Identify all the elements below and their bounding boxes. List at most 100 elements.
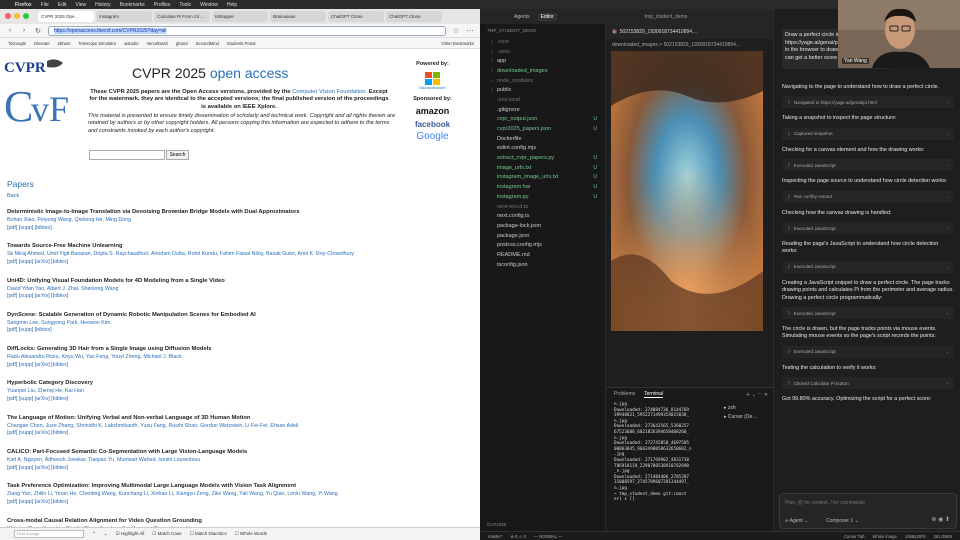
terminal-session-zsh[interactable]: ▸ zsh	[724, 404, 769, 413]
terminal-tab[interactable]: Terminal	[644, 391, 664, 398]
cvf-logo[interactable]: CVPR C vF	[3, 55, 75, 127]
agents-tab[interactable]: Agents	[514, 14, 530, 20]
whole-words-checkbox[interactable]: ☐ Whole Words	[235, 531, 267, 537]
paper-links[interactable]: [pdf] [supp] [bibtex]	[7, 327, 477, 333]
tool-call-row[interactable]: ⟩ Captured snapshot ⌄	[782, 127, 954, 140]
paper-authors[interactable]: Sangmin Lee, Sungyong Park, Heewon Kim	[7, 320, 477, 326]
folder-item[interactable]: › .next	[480, 37, 605, 47]
agent-input[interactable]: Plan, @ for context, / for commands ∞ Ag…	[779, 493, 957, 529]
bookmark-item[interactable]: Students Portal	[227, 41, 256, 46]
folder-item[interactable]: › .venv	[480, 47, 605, 57]
forward-arrow-icon[interactable]: ›	[20, 27, 28, 34]
paper-links[interactable]: [pdf] [supp] [arXiv] [bibtex]	[7, 430, 477, 436]
file-item[interactable]: · Dockerfile	[480, 134, 605, 144]
bookmark-item[interactable]: Dinerate	[34, 41, 50, 46]
paper-links[interactable]: [pdf] [supp] [arXiv] [bibtex]	[7, 396, 477, 402]
find-input[interactable]: Find in page	[14, 530, 84, 538]
menu-item-help[interactable]: Help	[227, 2, 237, 8]
paper-title-link[interactable]: Uni4D: Unifying Visual Foundation Models…	[7, 278, 477, 284]
cvf-link[interactable]: Computer Vision Foundation.	[292, 89, 367, 95]
browser-tab[interactable]: Kittiopper	[212, 11, 268, 22]
file-item[interactable]: · cvpr2025_papers.json U	[480, 124, 605, 134]
google-logo[interactable]: Google	[405, 131, 460, 142]
menu-item-window[interactable]: Window	[200, 2, 218, 8]
paper-title-link[interactable]: Cross-modal Causal Relation Alignment fo…	[7, 518, 477, 524]
paper-authors[interactable]: Sk Miraj Ahmed, Umit Yigit Basaran, Drip…	[7, 251, 477, 257]
terminal-session-cursor[interactable]: ▸ Cursor (De…	[724, 413, 769, 422]
paper-title-link[interactable]: The Language of Motion: Unifying Verbal …	[7, 415, 477, 421]
file-item[interactable]: · postcss.config.mjs	[480, 240, 605, 250]
bookmark-item[interactable]: gbond	[176, 41, 188, 46]
file-item[interactable]: · package.json	[480, 231, 605, 241]
git-branch[interactable]: master*	[488, 534, 502, 539]
agent-mode-select[interactable]: ∞ Agent ⌄	[785, 518, 808, 524]
paper-links[interactable]: [pdf] [supp] [arXiv] [bibtex]	[7, 465, 477, 471]
menu-item-history[interactable]: History	[95, 2, 111, 8]
extensions-icon[interactable]: ⋯	[466, 27, 474, 35]
outline-section[interactable]: OUTLINE	[480, 520, 606, 529]
file-item[interactable]: · tsconfig.json	[480, 260, 605, 270]
menu-item-profiles[interactable]: Profiles	[154, 2, 171, 8]
paper-authors[interactable]: Bohan Xiao, Peiyong Wang, Qisheng He, Mi…	[7, 217, 477, 223]
address-bar[interactable]: https://openaccess.thecvf.com/CVPR2025?d…	[48, 25, 446, 36]
bookmark-item[interactable]: SecondMind	[196, 41, 219, 46]
file-item[interactable]: · eslint.config.mjs	[480, 144, 605, 154]
tool-call-row[interactable]: ⟩ Ran curl/by extract ⌄	[782, 190, 954, 203]
bookmark-item[interactable]: Other Bookmarks	[441, 41, 480, 46]
reload-icon[interactable]: ↻	[34, 27, 42, 35]
bookmark-star-icon[interactable]: ☆	[452, 27, 460, 35]
find-next-icon[interactable]: ⌄	[104, 531, 108, 537]
paper-authors[interactable]: Ziang Yan, Zhilin Li, Yinan He, Chenting…	[7, 491, 477, 497]
file-item[interactable]: · next.config.ts	[480, 211, 605, 221]
tool-call-row[interactable]: ⟩ Executed JavaScript ⌄	[782, 222, 954, 235]
paper-authors[interactable]: Changan Chen, Juze Zhang, Shrinidhi K. L…	[7, 423, 477, 429]
match-case-checkbox[interactable]: ☐ Match Case	[152, 531, 181, 537]
bookmark-item[interactable]: sbhars	[58, 41, 71, 46]
file-item[interactable]: · README.md	[480, 250, 605, 260]
tool-call-row[interactable]: ⟩ Clicked Calculate Pi button ⌄	[782, 377, 954, 390]
problems-tab[interactable]: Problems	[614, 391, 635, 397]
file-item[interactable]: · instagram.har U	[480, 182, 605, 192]
zoom-window-button[interactable]	[23, 13, 29, 19]
tool-call-row[interactable]: ⟩ Navigated to https://yage.ai/genai/pi.h…	[782, 96, 954, 109]
send-icon[interactable]: ⊕ ◉ ⬆	[931, 516, 950, 523]
image-zoom[interactable]: Whole image	[872, 534, 896, 539]
browser-tab[interactable]: CVPR 2025 Ope…	[38, 11, 94, 22]
file-item[interactable]: · next-env.d.ts	[480, 202, 605, 212]
file-item[interactable]: · .env.local	[480, 95, 605, 105]
bookmark-item[interactable]: aistudio	[124, 41, 138, 46]
paper-title-link[interactable]: DynScene: Scalable Generation of Dynamic…	[7, 312, 477, 318]
paper-title-link[interactable]: Deterministic Image-to-Image Translation…	[7, 209, 477, 215]
menu-app-name[interactable]: Firefox	[15, 2, 32, 8]
bookmark-item[interactable]: ToGoogle	[8, 41, 26, 46]
paper-title-link[interactable]: Task Preference Optimization: Improving …	[7, 483, 477, 489]
minimize-window-button[interactable]	[14, 13, 20, 19]
browser-tab[interactable]: Instagram	[96, 11, 152, 22]
open-file-tab[interactable]: 502153829_1930918734410894…	[620, 29, 697, 35]
paper-search-input[interactable]	[89, 150, 165, 160]
file-item[interactable]: · image_urls.txt U	[480, 163, 605, 173]
paper-authors[interactable]: Radu Alexandru Rosu, Keyu Wu, Yao Feng, …	[7, 354, 477, 360]
paper-title-link[interactable]: CALICO: Part-Focused Semantic Co-Segment…	[7, 449, 477, 455]
facebook-logo[interactable]: facebook	[405, 120, 460, 129]
file-item[interactable]: · .gitignore	[480, 105, 605, 115]
paper-links[interactable]: [pdf] [supp] [arXiv] [bibtex]	[7, 362, 477, 368]
find-prev-icon[interactable]: ⌃	[92, 531, 96, 537]
menu-item-file[interactable]: File	[41, 2, 49, 8]
back-link[interactable]: Back	[7, 193, 19, 199]
bookmark-item[interactable]: Telescope Simulator	[78, 41, 116, 46]
browser-tab[interactable]: Brainaseas	[270, 11, 326, 22]
folder-item[interactable]: › node_modules	[480, 76, 605, 86]
folder-item[interactable]: › downloaded_images	[480, 66, 605, 76]
match-diacritics-checkbox[interactable]: ☐ Match Diacritics	[190, 531, 227, 537]
browser-tab[interactable]: ChatGPT Clone	[386, 11, 442, 22]
file-item[interactable]: · instagram.py U	[480, 192, 605, 202]
paper-title-link[interactable]: Towards Source-Free Machine Unlearning	[7, 243, 477, 249]
file-item[interactable]: · package-lock.json	[480, 221, 605, 231]
bookmark-item[interactable]: VercelDash	[147, 41, 168, 46]
tool-call-row[interactable]: ⟩ Executed JavaScript ⌄	[782, 307, 954, 320]
menu-item-view[interactable]: View	[75, 2, 86, 8]
close-window-button[interactable]	[5, 13, 11, 19]
folder-item[interactable]: › public	[480, 85, 605, 95]
tool-call-row[interactable]: ⟩ Executed JavaScript ⌄	[782, 159, 954, 172]
